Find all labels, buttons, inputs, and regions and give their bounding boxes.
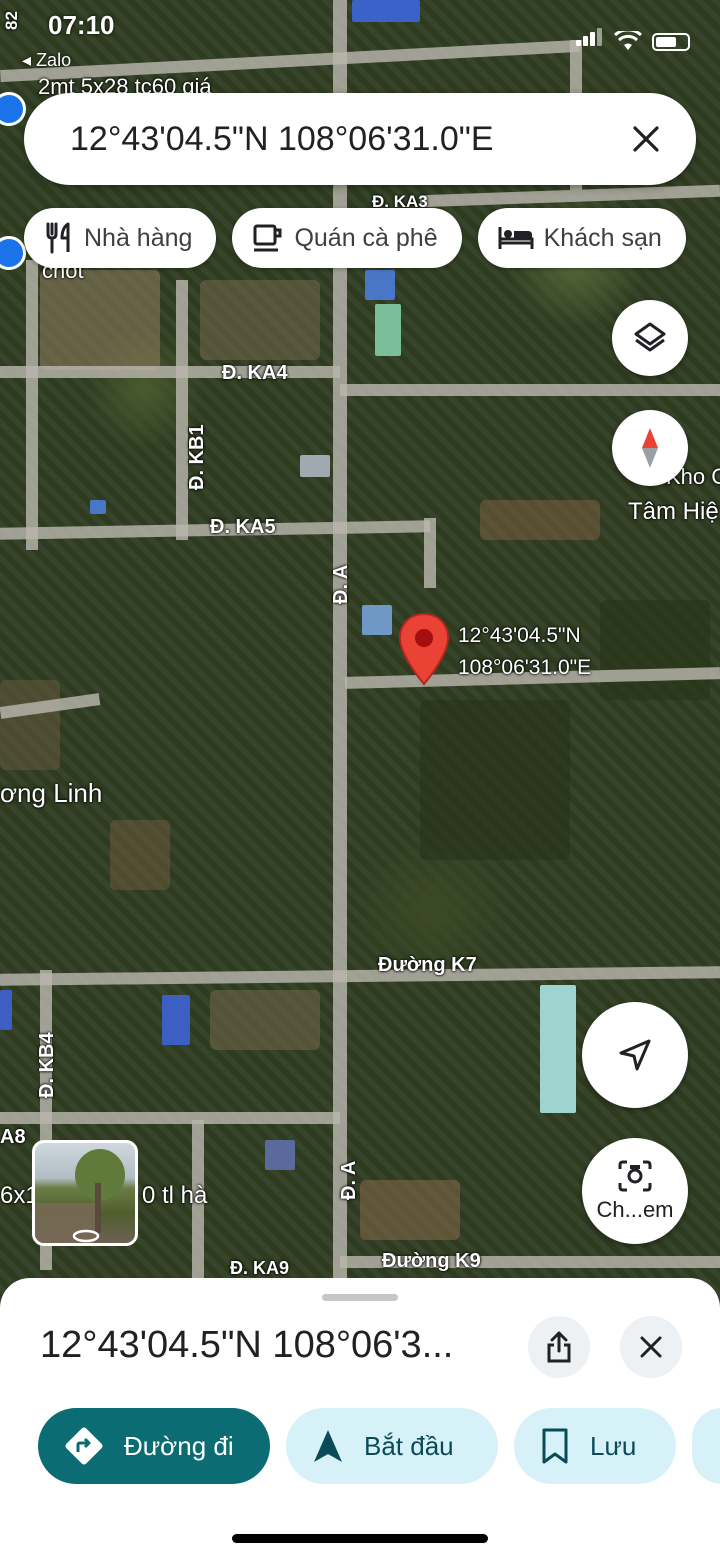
chip-label: Nhà hàng xyxy=(84,223,193,252)
pin-longitude: 108°06'31.0"E xyxy=(458,656,592,679)
layers-button[interactable] xyxy=(612,300,688,376)
map-label: Đ. KB4 xyxy=(36,1032,58,1098)
back-app-label: Zalo xyxy=(36,50,72,70)
search-bar[interactable]: 12°43'04.5"N 108°06'31.0"E xyxy=(24,93,696,185)
camera-search-button[interactable]: Ch...em xyxy=(582,1138,688,1244)
share-icon xyxy=(547,1331,571,1363)
camera-button-label: Ch...em xyxy=(596,1197,674,1222)
map-label: 0 tl hà xyxy=(142,1182,208,1209)
map-label: Đ. KB1 xyxy=(186,424,208,490)
drag-handle[interactable] xyxy=(322,1294,398,1301)
chip-label: Khách sạn xyxy=(543,223,662,252)
chip-restaurants[interactable]: Nhà hàng xyxy=(24,208,217,268)
clear-search-button[interactable] xyxy=(624,117,668,161)
street-view-thumbnail[interactable] xyxy=(32,1140,138,1246)
save-button[interactable]: Lưu xyxy=(514,1408,676,1484)
satellite-map[interactable]: 82 2mt 5x28 tc60 giá chốt Đ. KA3 Đ. KA4 … xyxy=(0,0,720,1300)
camera-lens-icon xyxy=(618,1160,652,1192)
compass-button[interactable] xyxy=(612,410,688,486)
back-to-app[interactable]: ◂ Zalo xyxy=(22,50,71,71)
my-location-button[interactable] xyxy=(582,1002,688,1108)
search-query[interactable]: 12°43'04.5"N 108°06'31.0"E xyxy=(70,120,624,159)
more-actions-button[interactable] xyxy=(692,1408,720,1484)
map-label: Tâm Hiệ xyxy=(628,498,719,525)
map-label: A8 xyxy=(0,1126,26,1148)
battery-icon xyxy=(652,33,690,51)
map-label: Đ. KA9 xyxy=(230,1258,290,1278)
map-label: Đ. KA5 xyxy=(210,516,276,538)
restaurant-icon xyxy=(46,222,70,254)
layers-icon xyxy=(634,322,666,352)
chip-hotels[interactable]: Khách sạn xyxy=(477,208,686,268)
map-label: Đường K7 xyxy=(378,954,477,976)
wifi-icon xyxy=(614,31,642,50)
place-title: 12°43'04.5"N 108°06'3... xyxy=(40,1324,454,1366)
close-icon xyxy=(633,126,659,152)
map-label: 82 xyxy=(2,11,21,30)
signal-icon xyxy=(576,28,604,51)
place-bottom-sheet[interactable]: 12°43'04.5"N 108°06'3... Đường đi Bắt đầ… xyxy=(0,1278,720,1559)
chip-coffee[interactable]: Quán cà phê xyxy=(232,208,462,268)
home-indicator[interactable] xyxy=(232,1534,488,1543)
map-label: ơng Linh xyxy=(0,778,103,808)
bookmark-icon xyxy=(542,1428,568,1464)
place-marker-icon[interactable] xyxy=(0,92,26,126)
map-label: Đ. KA4 xyxy=(222,362,288,384)
directions-icon xyxy=(65,1427,103,1465)
chip-label: Quán cà phê xyxy=(294,223,438,252)
category-chips: Nhà hàng Quán cà phê Khách sạn xyxy=(24,208,686,268)
hotel-bed-icon xyxy=(498,227,534,249)
map-label: Đường K9 xyxy=(382,1250,481,1272)
pin-coordinates-label: 12°43'04.5"N 108°06'31.0"E xyxy=(458,620,591,684)
share-button[interactable] xyxy=(528,1316,590,1378)
close-icon xyxy=(640,1336,662,1358)
start-button[interactable]: Bắt đầu xyxy=(286,1408,498,1484)
status-time: 07:10 xyxy=(48,10,115,40)
save-label: Lưu xyxy=(590,1430,637,1461)
map-label: Đ. A xyxy=(330,564,352,604)
map-label: Đ. A xyxy=(338,1160,360,1200)
close-sheet-button[interactable] xyxy=(620,1316,682,1378)
directions-button[interactable]: Đường đi xyxy=(38,1408,270,1484)
back-triangle-icon: ◂ xyxy=(22,50,32,70)
compass-icon xyxy=(642,428,658,468)
dropped-pin-icon[interactable] xyxy=(398,612,450,686)
start-label: Bắt đầu xyxy=(364,1430,454,1461)
rotate-360-icon xyxy=(72,1229,100,1243)
place-marker-icon[interactable] xyxy=(0,236,26,270)
pin-latitude: 12°43'04.5"N xyxy=(458,624,581,647)
action-buttons: Đường đi Bắt đầu Lưu xyxy=(38,1408,720,1484)
status-icons xyxy=(576,28,690,51)
coffee-icon xyxy=(253,224,282,252)
directions-label: Đường đi xyxy=(124,1430,234,1461)
navigation-arrow-icon xyxy=(314,1430,342,1462)
navigation-arrow-icon xyxy=(619,1039,651,1071)
